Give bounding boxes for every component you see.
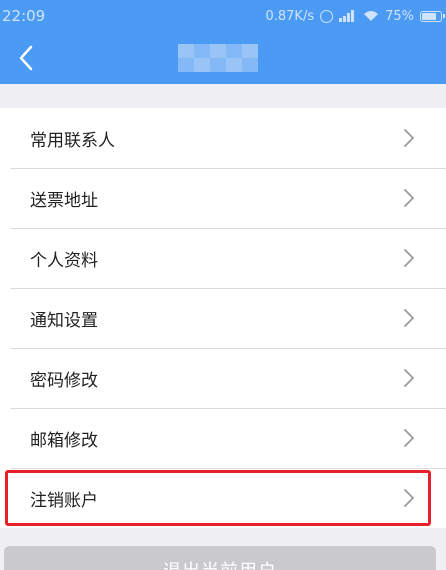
signal-icon bbox=[339, 10, 357, 22]
net-speed: 0.87K/s bbox=[265, 8, 315, 24]
menu-item-change-password[interactable]: 密码修改 bbox=[0, 348, 446, 408]
menu-item-label: 邮箱修改 bbox=[30, 430, 98, 451]
wifi-icon bbox=[364, 11, 379, 21]
chevron-left-icon bbox=[19, 45, 33, 71]
menu-item-label: 通知设置 bbox=[30, 310, 98, 331]
menu-item-change-email[interactable]: 邮箱修改 bbox=[0, 408, 446, 468]
back-button[interactable] bbox=[6, 38, 46, 78]
status-time: 22:09 bbox=[2, 7, 46, 25]
menu-item-label: 个人资料 bbox=[30, 250, 98, 271]
chevron-right-icon bbox=[404, 309, 414, 327]
chevron-right-icon bbox=[404, 369, 414, 387]
battery-icon bbox=[420, 10, 445, 22]
menu-item-cancel-account[interactable]: 注销账户 bbox=[0, 468, 446, 528]
menu-item-notification-settings[interactable]: 通知设置 bbox=[0, 288, 446, 348]
settings-menu: 常用联系人 送票地址 个人资料 通知设置 密码修改 邮箱修改 注销账户 bbox=[0, 108, 446, 528]
chevron-right-icon bbox=[404, 249, 414, 267]
nav-title-redacted bbox=[178, 44, 258, 72]
menu-item-label: 常用联系人 bbox=[30, 130, 115, 151]
menu-item-frequent-contacts[interactable]: 常用联系人 bbox=[0, 108, 446, 168]
status-indicators: 0.87K/s 75% bbox=[265, 8, 445, 24]
menu-item-ticket-address[interactable]: 送票地址 bbox=[0, 168, 446, 228]
app-screen: 22:09 0.87K/s 75% 常用联系人 送票地址 个人资料 通知设置 密… bbox=[0, 0, 446, 570]
battery-percent: 75% bbox=[385, 8, 414, 24]
logout-button[interactable]: 退出当前用户 bbox=[4, 546, 436, 570]
alarm-icon bbox=[320, 9, 334, 23]
menu-item-label: 注销账户 bbox=[30, 490, 98, 511]
menu-item-personal-info[interactable]: 个人资料 bbox=[0, 228, 446, 288]
chevron-right-icon bbox=[404, 429, 414, 447]
menu-item-label: 密码修改 bbox=[30, 370, 98, 391]
nav-bar bbox=[0, 32, 446, 84]
menu-item-label: 送票地址 bbox=[30, 190, 98, 211]
chevron-right-icon bbox=[404, 189, 414, 207]
status-bar: 22:09 0.87K/s 75% bbox=[0, 0, 446, 32]
chevron-right-icon bbox=[404, 129, 414, 147]
chevron-right-icon bbox=[404, 489, 414, 507]
logout-button-label: 退出当前用户 bbox=[163, 557, 277, 570]
